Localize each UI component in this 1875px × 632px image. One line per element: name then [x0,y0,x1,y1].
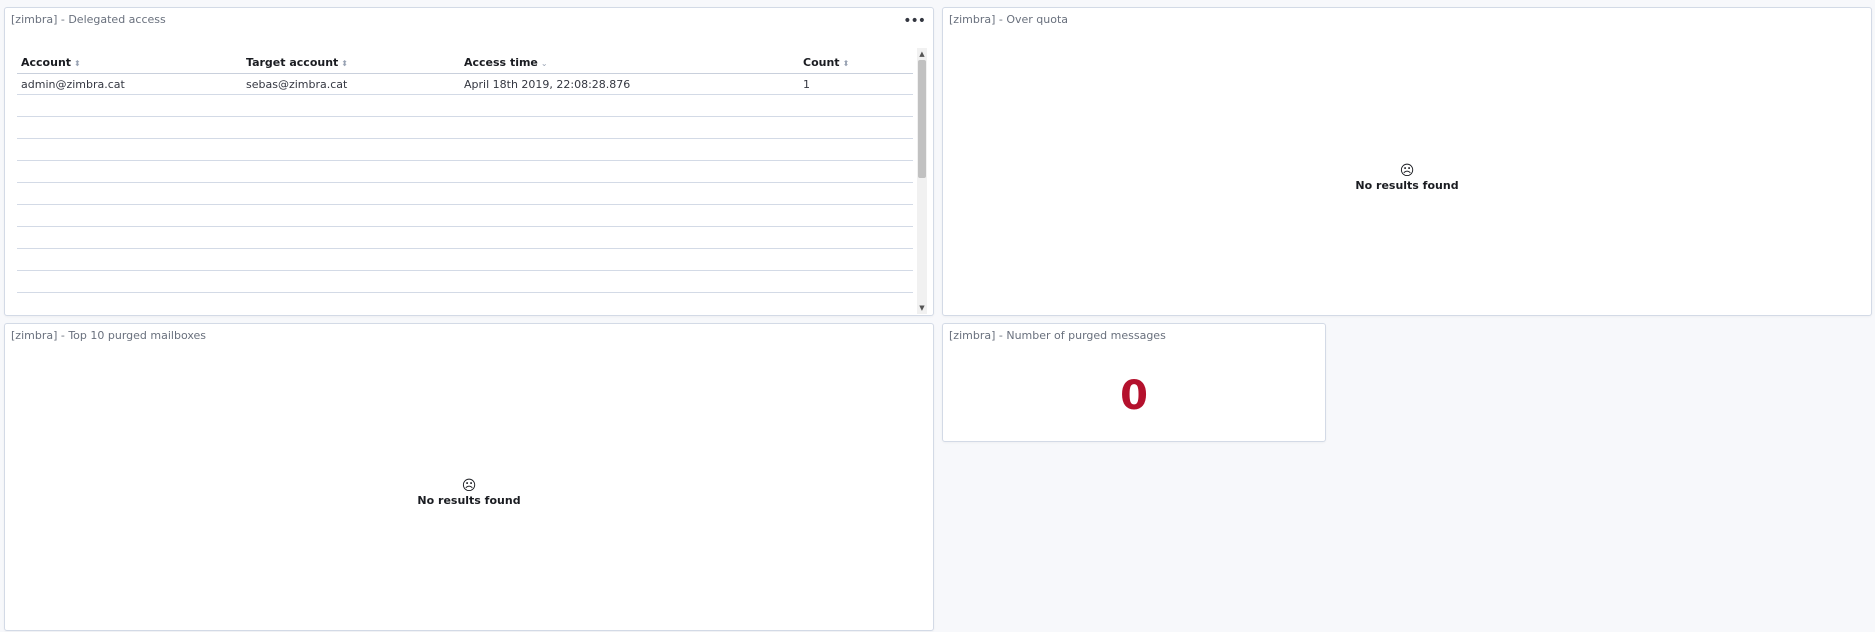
column-header-account[interactable]: Account ⬍ [21,56,81,69]
sad-face-icon: ☹ [461,478,477,494]
cell-target-account: sebas@zimbra.cat [246,78,348,91]
cell-account: admin@zimbra.cat [21,78,125,91]
scroll-up-icon[interactable]: ▲ [918,50,926,58]
sort-descending-icon: ⌄ [540,59,548,68]
column-header-count[interactable]: Count ⬍ [803,56,849,69]
no-results-message: No results found [417,494,521,507]
sort-icon: ⬍ [74,59,81,68]
sort-icon: ⬍ [341,59,348,68]
table-row-empty [17,161,913,183]
table-row-empty [17,183,913,205]
empty-state: ☹ No results found [5,479,933,507]
sort-icon: ⬍ [842,59,850,68]
cell-access-time: April 18th 2019, 22:08:28.876 [464,78,631,91]
table-row-empty [17,271,913,293]
table-header: Account ⬍ Target account ⬍ Access time ⌄ Co… [17,51,913,74]
scrollbar-thumb[interactable] [918,60,926,178]
panel-title: [zimbra] - Over quota [949,13,1069,26]
panel-title: [zimbra] - Number of purged messages [949,329,1166,342]
sad-face-icon: ☹ [1399,163,1415,179]
table-row-empty [17,95,913,117]
panel-top-purged-mailboxes: [zimbra] - Top 10 purged mailboxes ☹ No … [4,323,934,631]
scroll-down-icon[interactable]: ▼ [918,304,926,312]
metric-value: 0 [1120,373,1148,419]
vertical-scrollbar[interactable]: ▲ ▼ [917,48,927,314]
column-header-target-account[interactable]: Target account ⬍ [246,56,348,69]
empty-state: ☹ No results found [943,164,1871,192]
table-row-empty [17,117,913,139]
panel-title: [zimbra] - Delegated access [11,13,166,26]
panel-over-quota: [zimbra] - Over quota ☹ No results found [942,7,1872,316]
table-row-empty [17,227,913,249]
data-table: Account ⬍ Target account ⬍ Access time ⌄ Co… [17,51,913,301]
cell-count: 1 [803,78,810,91]
panel-delegated-access: [zimbra] - Delegated access ••• Account ⬍… [4,7,934,316]
no-results-message: No results found [1355,179,1459,192]
panel-purged-messages-count: [zimbra] - Number of purged messages 0 [942,323,1326,442]
table-row-empty [17,205,913,227]
panel-title: [zimbra] - Top 10 purged mailboxes [11,329,207,342]
ellipsis-icon[interactable]: ••• [903,14,926,28]
table-row-empty [17,249,913,271]
table-row: admin@zimbra.cat sebas@zimbra.cat April … [17,73,913,95]
table-row-empty [17,139,913,161]
column-header-access-time[interactable]: Access time ⌄ [464,56,548,69]
